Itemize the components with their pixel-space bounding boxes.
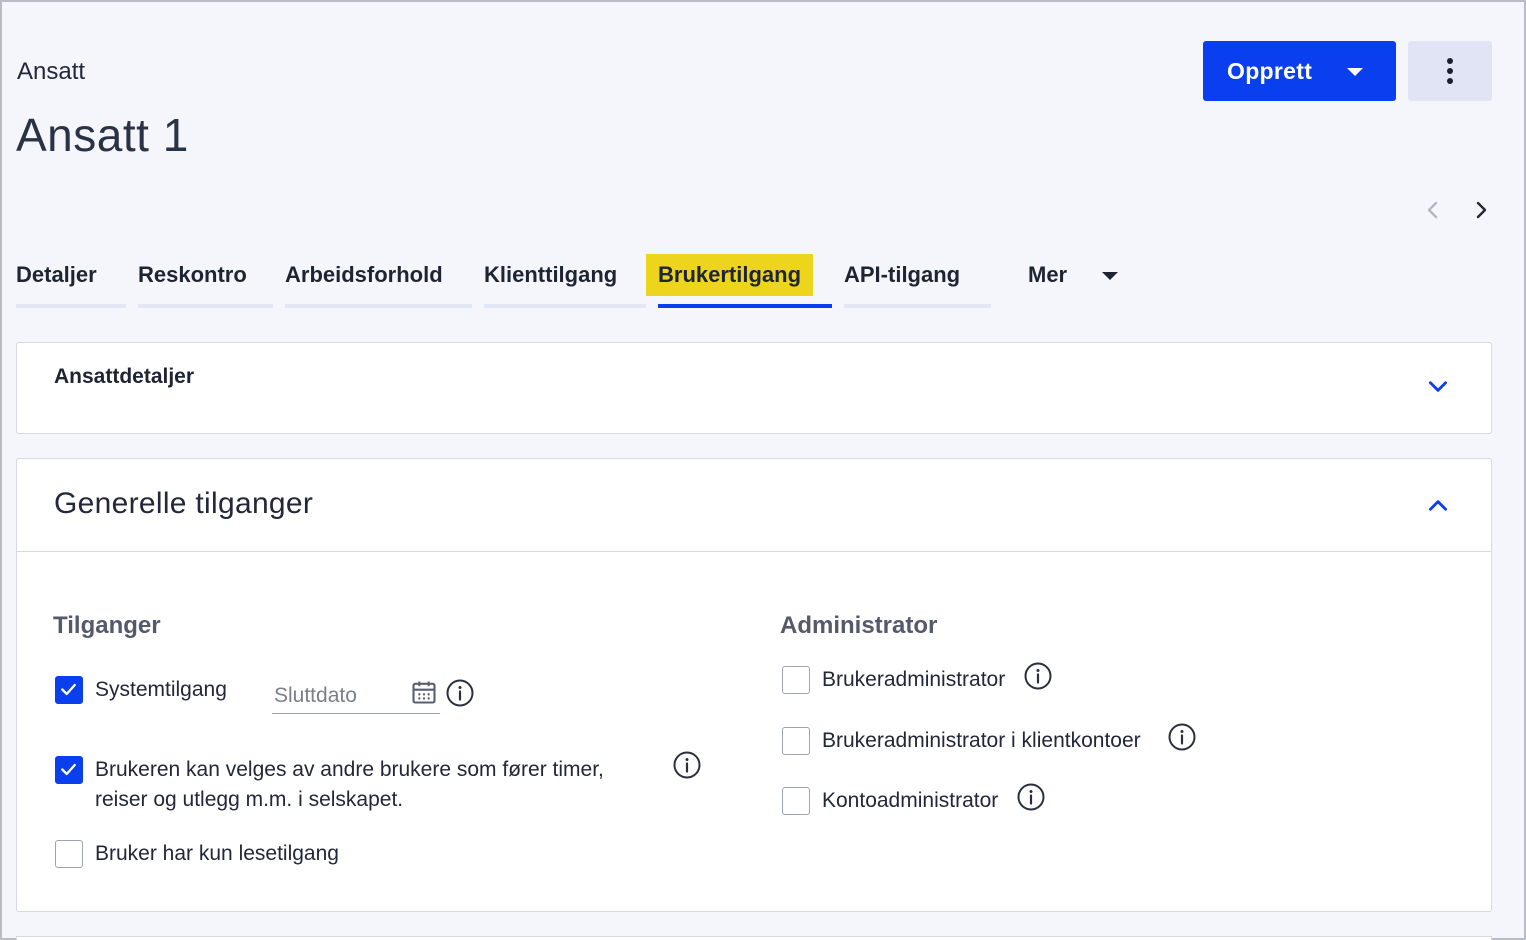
- tab-mer[interactable]: Mer: [1028, 252, 1128, 308]
- read-only-checkbox[interactable]: [55, 840, 83, 868]
- tab-label: API-tilgang: [844, 262, 961, 287]
- account-admin-checkbox[interactable]: [782, 787, 810, 815]
- info-icon[interactable]: [1023, 661, 1053, 691]
- info-icon[interactable]: [445, 678, 475, 708]
- user-admin-label: Brukeradministrator: [822, 668, 1006, 691]
- selectable-by-others-checkbox[interactable]: [55, 756, 83, 784]
- info-icon[interactable]: [1167, 722, 1197, 752]
- tab-arbeidsforhold[interactable]: Arbeidsforhold: [285, 252, 472, 308]
- more-actions-button[interactable]: [1408, 41, 1492, 101]
- tab-reskontro[interactable]: Reskontro: [138, 252, 273, 308]
- caret-down-icon[interactable]: [1102, 272, 1118, 280]
- tab-underline: [484, 304, 646, 308]
- info-icon[interactable]: [1016, 782, 1046, 812]
- tab-underline: [138, 304, 273, 308]
- user-admin-checkbox[interactable]: [782, 666, 810, 694]
- tab-label: Arbeidsforhold: [285, 262, 443, 287]
- info-icon[interactable]: [672, 750, 702, 780]
- admin-heading: Administrator: [780, 612, 938, 639]
- tab-detaljer[interactable]: Detaljer: [16, 252, 126, 308]
- create-button[interactable]: Opprett: [1203, 41, 1396, 101]
- label-line: Brukeren kan velges av andre brukere som…: [95, 758, 604, 781]
- caret-down-icon: [1347, 68, 1363, 76]
- tab-underline: [658, 304, 832, 308]
- system-access-label: Systemtilgang: [95, 678, 227, 701]
- selectable-by-others-label: Brukeren kan velges av andre brukere som…: [95, 755, 604, 815]
- user-admin-client-label: Brukeradministrator i klientkontoer: [822, 729, 1141, 752]
- tab-brukertilgang[interactable]: Brukertilgang: [646, 252, 832, 308]
- end-date-placeholder: Sluttdato: [274, 684, 357, 707]
- checkmark-icon: [61, 683, 76, 696]
- calendar-icon[interactable]: [410, 678, 438, 706]
- chevron-left-icon[interactable]: [1421, 198, 1445, 222]
- tab-underline: [285, 304, 472, 308]
- tab-label: Klienttilgang: [484, 262, 618, 287]
- card-title: Generelle tilganger: [54, 487, 314, 520]
- next-card-edge: [16, 936, 1492, 940]
- breadcrumb[interactable]: Ansatt: [17, 58, 85, 86]
- tab-label: Detaljer: [16, 262, 97, 287]
- tab-underline: [844, 304, 991, 308]
- checkmark-icon: [61, 763, 76, 776]
- chevron-down-icon[interactable]: [1425, 373, 1451, 399]
- system-access-checkbox[interactable]: [55, 676, 83, 704]
- page-title: Ansatt 1: [16, 109, 189, 161]
- chevron-right-icon[interactable]: [1469, 198, 1493, 222]
- label-line: reiser og utlegg m.m. i selskapet.: [95, 788, 404, 811]
- tab-klienttilgang[interactable]: Klienttilgang: [484, 252, 646, 308]
- access-heading: Tilganger: [53, 612, 161, 639]
- read-only-label: Bruker har kun lesetilgang: [95, 842, 339, 865]
- account-admin-label: Kontoadministrator: [822, 789, 999, 812]
- tab-label: Reskontro: [138, 262, 247, 287]
- tab-underline: [16, 304, 126, 308]
- card-title: Ansattdetaljer: [54, 365, 195, 388]
- create-button-label: Opprett: [1227, 57, 1313, 84]
- tab-label: Mer: [1028, 262, 1068, 287]
- chevron-up-icon[interactable]: [1425, 493, 1451, 519]
- tab-api-tilgang[interactable]: API-tilgang: [844, 252, 991, 308]
- tab-label: Brukertilgang: [646, 254, 814, 296]
- user-admin-client-checkbox[interactable]: [782, 727, 810, 755]
- card-divider: [17, 551, 1491, 552]
- employee-details-card: Ansattdetaljer: [16, 342, 1492, 434]
